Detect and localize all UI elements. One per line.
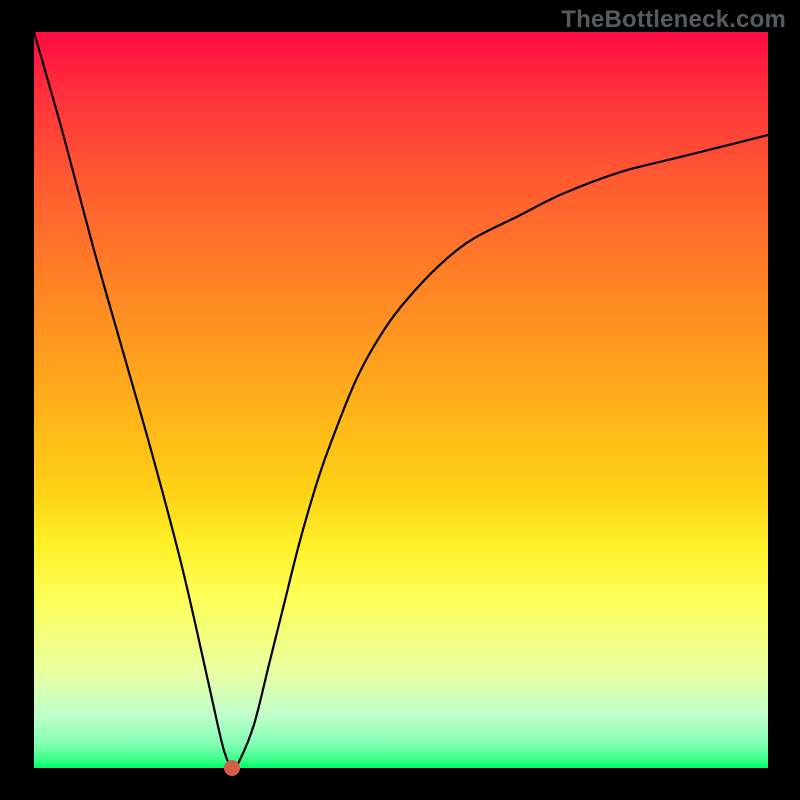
- chart-frame: TheBottleneck.com: [0, 0, 800, 800]
- watermark: TheBottleneck.com: [561, 6, 786, 34]
- plot-area: [34, 32, 768, 768]
- bottleneck-curve: [34, 32, 768, 768]
- optimal-point-marker: [224, 760, 240, 776]
- curve-path: [34, 32, 768, 768]
